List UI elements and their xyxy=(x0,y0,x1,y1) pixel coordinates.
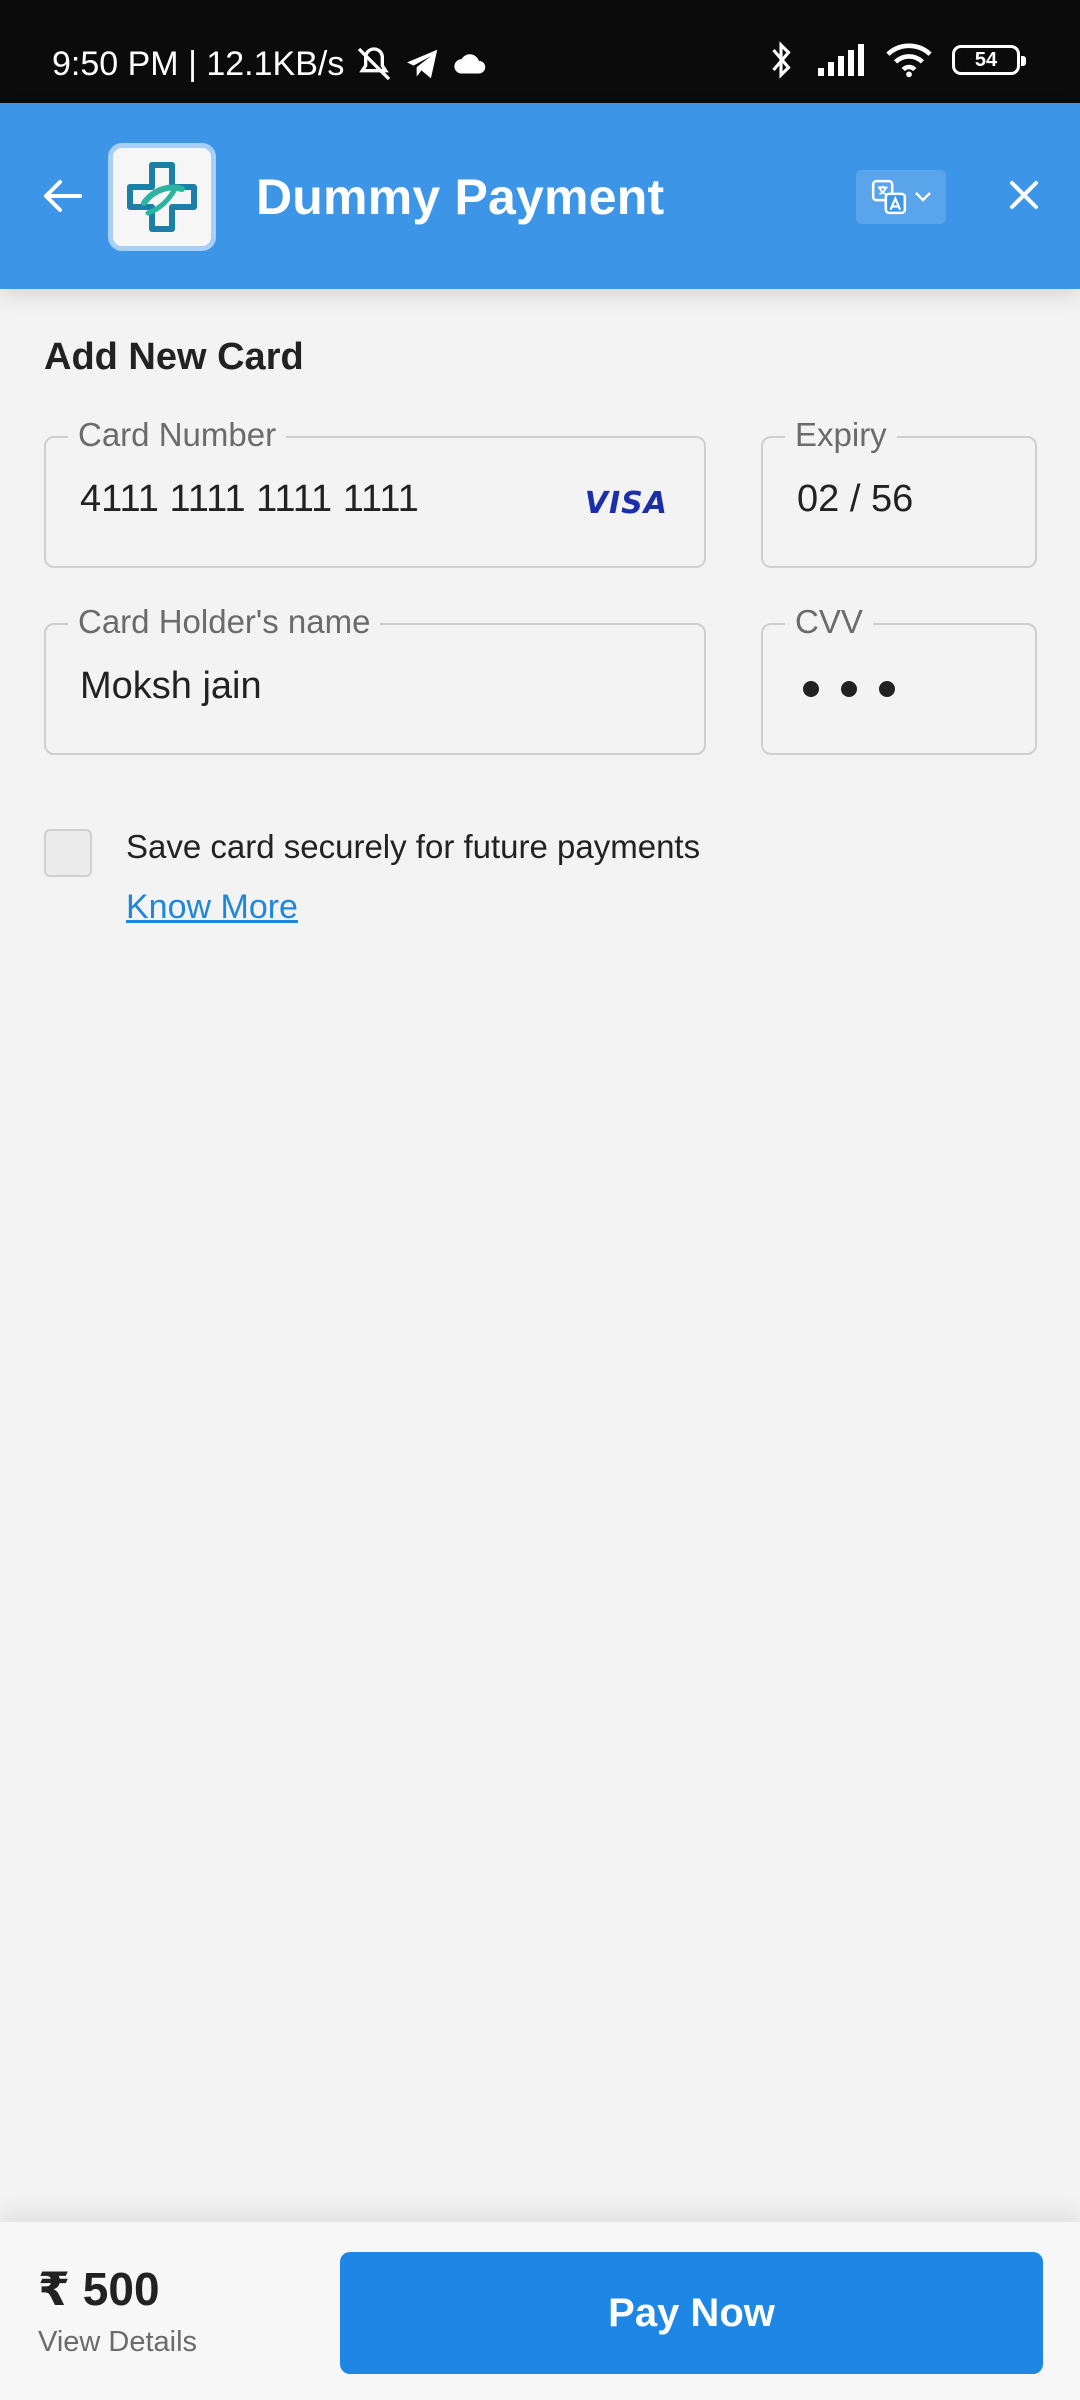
section-title: Add New Card xyxy=(44,336,304,378)
signal-icon xyxy=(818,44,864,76)
status-bar: 9:50 PM | 12.1KB/s 54 xyxy=(0,0,1080,103)
battery-icon: 54 xyxy=(952,45,1026,75)
back-button[interactable] xyxy=(30,166,94,226)
translate-icon xyxy=(871,179,907,215)
card-holder-field[interactable]: Card Holder's name Moksh jain xyxy=(44,603,706,755)
card-holder-label: Card Holder's name xyxy=(68,603,381,641)
expiry-value: 02 / 56 xyxy=(797,478,914,520)
status-left: 9:50 PM | 12.1KB/s xyxy=(52,44,490,84)
close-button[interactable] xyxy=(994,165,1054,225)
cvv-dot xyxy=(879,681,895,697)
pay-now-button[interactable]: Pay Now xyxy=(340,2252,1043,2374)
app-logo xyxy=(108,143,216,251)
expiry-label: Expiry xyxy=(785,416,897,454)
status-right: 54 xyxy=(766,40,1026,80)
card-number-field[interactable]: Card Number 4111 1111 1111 1111 VISA xyxy=(44,416,706,568)
battery-level: 54 xyxy=(974,48,998,71)
bluetooth-icon xyxy=(772,41,791,79)
cvv-masked-value xyxy=(803,681,895,697)
cvv-field[interactable]: CVV xyxy=(761,603,1037,755)
medical-cross-logo xyxy=(127,162,197,232)
chevron-down-icon xyxy=(915,192,931,202)
language-button[interactable] xyxy=(856,170,946,224)
cvv-dot xyxy=(803,681,819,697)
card-number-label: Card Number xyxy=(68,416,287,454)
bottom-bar: ₹ 500 View Details Pay Now xyxy=(0,2222,1080,2400)
mute-bell-icon xyxy=(358,47,391,81)
cvv-dot xyxy=(841,681,857,697)
telegram-icon xyxy=(407,49,438,79)
cvv-label: CVV xyxy=(785,603,873,641)
status-time: 9:50 PM | 12.1KB/s xyxy=(52,44,345,83)
arrow-left-icon xyxy=(44,180,82,212)
total-amount: ₹ 500 xyxy=(38,2263,160,2315)
app-bar: Dummy Payment xyxy=(0,103,1080,289)
cloud-icon xyxy=(454,54,486,74)
know-more-link[interactable]: Know More xyxy=(126,888,298,927)
card-holder-value: Moksh jain xyxy=(80,665,262,707)
page-title: Dummy Payment xyxy=(256,169,665,225)
save-card-checkbox[interactable] xyxy=(44,829,92,877)
expiry-field[interactable]: Expiry 02 / 56 xyxy=(761,416,1037,568)
card-number-value: 4111 1111 1111 1111 xyxy=(80,478,419,520)
close-icon xyxy=(1010,181,1038,209)
wifi-icon xyxy=(886,43,932,78)
view-details-link[interactable]: View Details xyxy=(38,2326,197,2359)
visa-icon: VISA xyxy=(584,486,668,521)
save-card-label: Save card securely for future payments xyxy=(126,828,701,865)
